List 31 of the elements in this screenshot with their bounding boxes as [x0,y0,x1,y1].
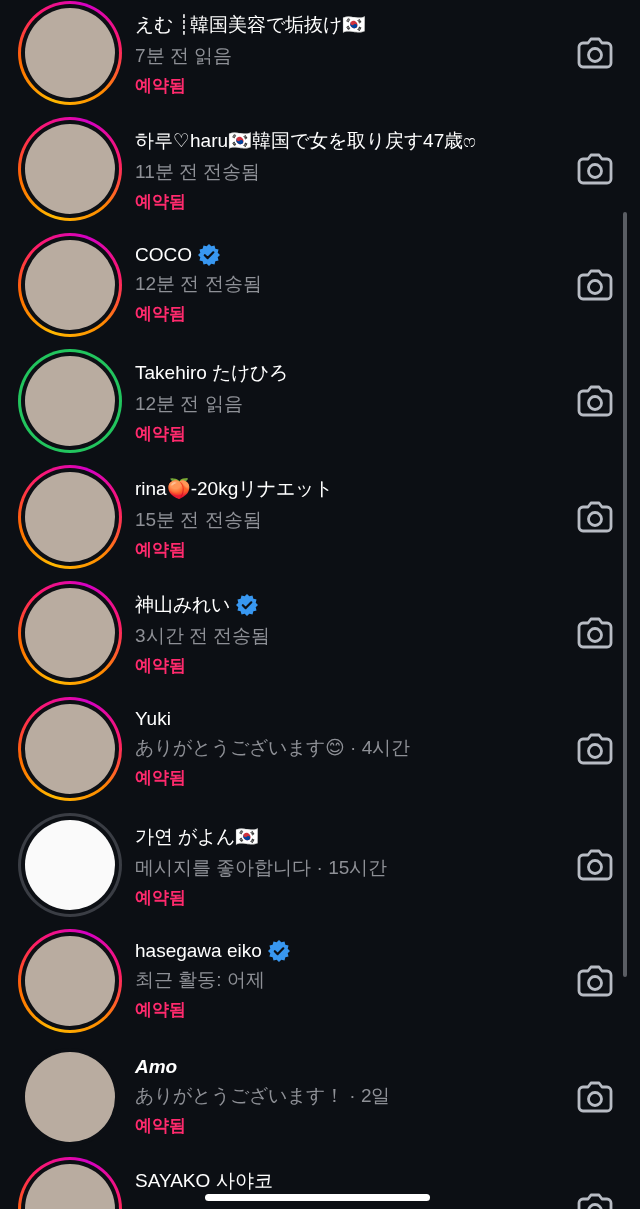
message-status: 7분 전 읽음 [135,44,234,68]
username: COCO [135,244,192,266]
message-status: 3시간 전 전송됨 [135,624,272,648]
username: rina🍑-20kgリナエット [135,477,334,501]
scheduled-label: 예약됨 [135,1115,187,1137]
scheduled-label: 예약됨 [135,999,187,1021]
message-status: ありがとうございます😊 · 4시간 [135,736,412,760]
scheduled-label: 예약됨 [135,303,187,325]
scheduled-label: 예약됨 [135,539,187,561]
message-status: 12분 전 전송됨 [135,272,263,296]
scheduled-label: 예약됨 [135,767,187,789]
username: 가연 がよん🇰🇷 [135,825,260,849]
message-status: 11분 전 전송됨 [135,160,262,184]
scheduled-label: 예약됨 [135,655,187,677]
username: えむ ┊韓国美容で垢抜け🇰🇷 [135,13,366,37]
scheduled-label: 예약됨 [135,887,187,909]
username: 하루♡haru🇰🇷韓国で女を取り戻す47歳ෆ [135,129,477,153]
scheduled-label: 예약됨 [135,423,187,445]
scheduled-label: 예약됨 [135,191,187,213]
username: SAYAKO 사야코 [135,1169,273,1193]
message-status: ありがとうございます！ · 2일 [135,1084,392,1108]
message-status: 메시지를 좋아합니다 · 15시간 [135,856,389,880]
message-status: 12분 전 읽음 [135,392,244,416]
message-status: 15분 전 전송됨 [135,508,263,532]
username: Yuki [135,708,171,730]
username: hasegawa eiko [135,940,262,962]
username: Takehiro たけひろ [135,361,289,385]
message-status: 최근 활동: 어제 [135,968,266,992]
username: Amo [135,1056,178,1078]
username: 神山みれい [135,593,230,617]
scheduled-label: 예약됨 [135,75,187,97]
